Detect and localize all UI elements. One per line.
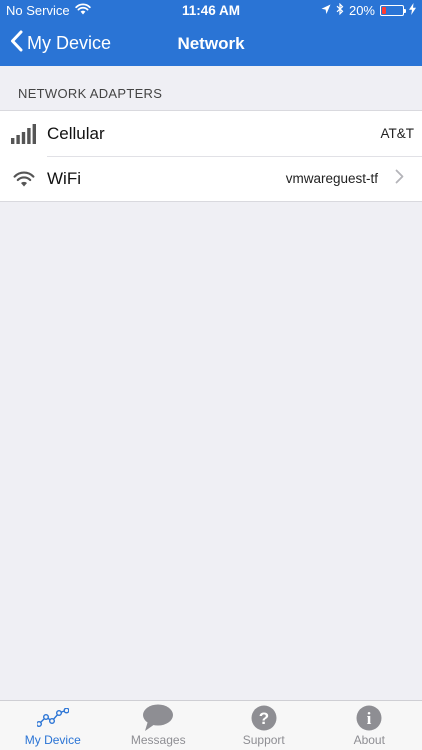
adapter-row-cellular[interactable]: Cellular AT&T bbox=[0, 111, 422, 156]
adapter-label: WiFi bbox=[47, 168, 81, 188]
section-header: NETWORK ADAPTERS bbox=[18, 86, 163, 101]
adapters-list: Cellular AT&T WiFi vmwareguest-tf bbox=[0, 110, 422, 202]
tab-about[interactable]: i About bbox=[317, 701, 422, 750]
cellular-signal-icon bbox=[10, 123, 38, 145]
battery-percent: 20% bbox=[348, 3, 375, 18]
tab-bar: My Device Messages ? Support i About bbox=[0, 700, 422, 750]
device-activity-icon bbox=[36, 704, 69, 732]
status-right: 20% bbox=[321, 2, 416, 18]
adapter-value: AT&T bbox=[380, 126, 415, 141]
charging-bolt-icon bbox=[409, 3, 416, 18]
tab-label: Messages bbox=[130, 733, 186, 747]
adapter-value: vmwareguest-tf bbox=[285, 171, 378, 186]
chevron-right-icon bbox=[395, 169, 404, 189]
location-arrow-icon bbox=[321, 3, 331, 18]
wifi-icon bbox=[10, 168, 38, 190]
svg-text:i: i bbox=[367, 709, 372, 728]
screen: No Service 11:46 AM 20% My Device Networ… bbox=[0, 0, 422, 750]
tab-messages[interactable]: Messages bbox=[106, 701, 212, 750]
tab-label: About bbox=[353, 733, 385, 747]
chat-bubble-icon bbox=[142, 704, 174, 732]
adapter-row-wifi[interactable]: WiFi vmwareguest-tf bbox=[0, 156, 422, 201]
status-bar: No Service 11:46 AM 20% bbox=[0, 0, 422, 22]
tab-label: My Device bbox=[24, 733, 81, 747]
svg-text:?: ? bbox=[259, 709, 269, 728]
bluetooth-icon bbox=[336, 2, 344, 18]
header: No Service 11:46 AM 20% My Device Networ… bbox=[0, 0, 422, 66]
battery-level bbox=[382, 7, 386, 14]
tab-my-device[interactable]: My Device bbox=[0, 701, 106, 750]
chevron-left-icon bbox=[10, 30, 23, 57]
question-circle-icon: ? bbox=[248, 704, 280, 732]
nav-bar: My Device Network bbox=[0, 22, 422, 66]
adapter-label: Cellular bbox=[47, 123, 105, 143]
info-circle-icon: i bbox=[353, 704, 385, 732]
tab-label: Support bbox=[242, 733, 285, 747]
back-button[interactable]: My Device bbox=[10, 30, 111, 57]
tab-support[interactable]: ? Support bbox=[211, 701, 317, 750]
battery-icon bbox=[380, 5, 406, 16]
back-label: My Device bbox=[27, 33, 112, 53]
